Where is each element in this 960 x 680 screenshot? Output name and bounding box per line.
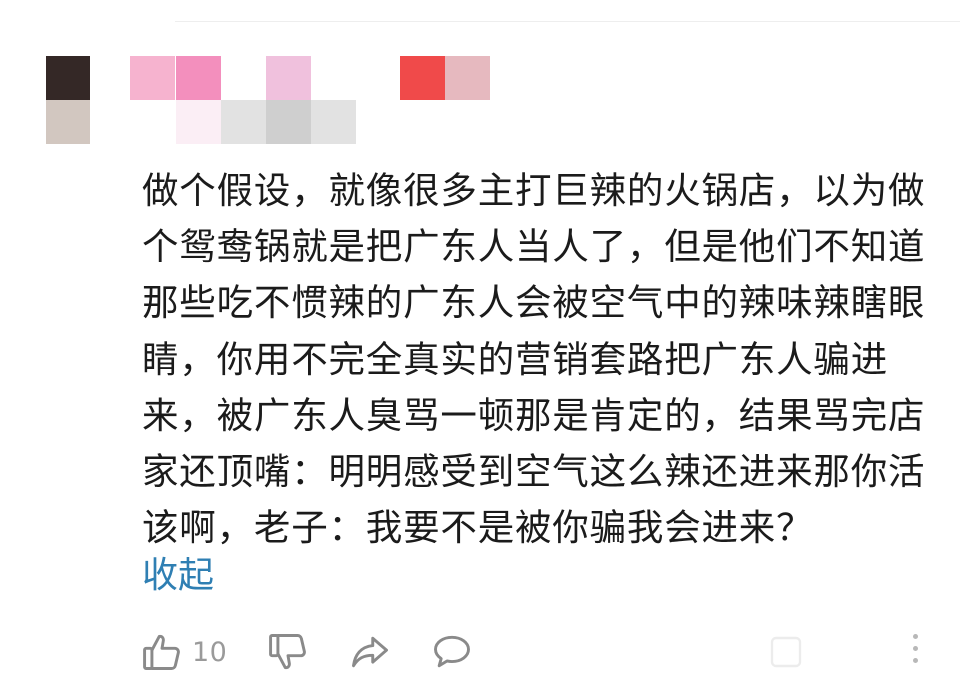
comment-body: 做个假设，就像很多主打巨辣的火锅店，以为做 个鸳鸯锅就是把广东人当人了，但是他们… (142, 163, 932, 556)
comment-line: 该啊，老子：我要不是被你骗我会进来？ (142, 506, 814, 550)
more-icon-dot (912, 646, 918, 651)
more-button[interactable] (908, 634, 922, 674)
avatar-pixel (46, 100, 90, 144)
pixel-block (266, 100, 311, 144)
dislike-button[interactable] (266, 628, 310, 676)
thumbs-up-icon (140, 630, 184, 674)
pixel-block (176, 100, 221, 144)
share-button[interactable] (348, 628, 392, 676)
share-icon (348, 630, 392, 674)
comment-line: 来，被广东人臭骂一顿那是肯定的，结果骂完店 (142, 393, 926, 437)
comment-line: 睛，你用不完全真实的营销套路把广东人骗进 (142, 337, 888, 381)
faint-icon (762, 628, 810, 676)
pixel-block (221, 100, 266, 144)
comment-line: 做个假设，就像很多主打巨辣的火锅店，以为做 (142, 169, 926, 212)
reply-button[interactable] (430, 628, 474, 676)
avatar-pixel (46, 56, 90, 100)
like-button[interactable]: 10 (140, 628, 227, 676)
avatar[interactable] (46, 56, 90, 144)
comment-icon (430, 630, 474, 674)
pixel-block (130, 56, 175, 100)
pixel-block (400, 56, 445, 100)
collapse-link[interactable]: 收起 (142, 548, 214, 604)
comment-line: 个鸳鸯锅就是把广东人当人了，但是他们不知道 (142, 225, 926, 269)
more-icon (912, 634, 918, 639)
top-divider (175, 21, 960, 22)
pixel-block (176, 56, 221, 100)
pixel-block (266, 56, 311, 100)
action-bar: 10 (140, 628, 960, 678)
comment-line: 那些吃不惯辣的广东人会被空气中的辣味辣瞎眼 (142, 281, 926, 325)
username-pixelated[interactable] (130, 56, 490, 146)
pixel-block (311, 100, 356, 144)
like-count: 10 (192, 636, 228, 668)
more-icon-dot (912, 658, 918, 663)
pixel-block (445, 56, 490, 100)
thumbs-down-icon (266, 630, 310, 674)
comment-line: 家还顶嘴：明明感受到空气这么辣还进来那你活 (142, 450, 926, 494)
